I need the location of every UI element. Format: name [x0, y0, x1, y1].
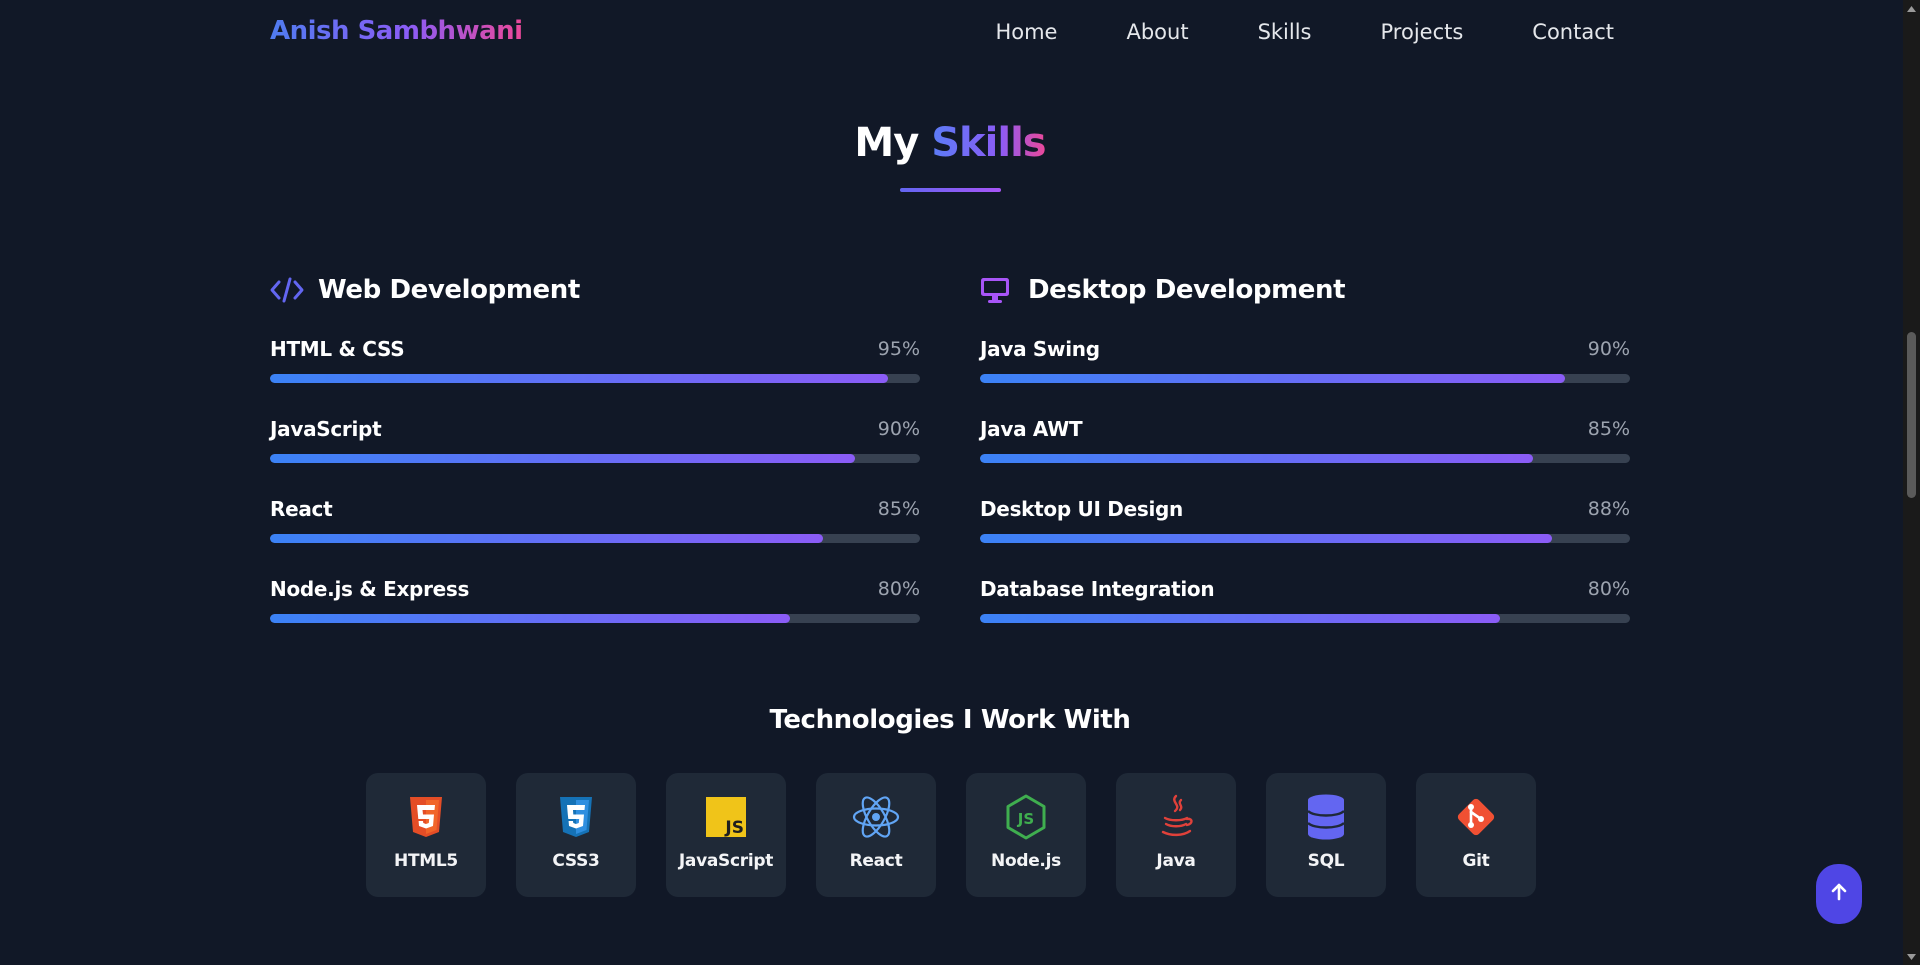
skill-item: React 85% — [270, 492, 920, 572]
skill-percent: 80% — [1587, 578, 1630, 600]
desktop-skills-list: Java Swing 90% Java AWT 85% Desktop UI D… — [980, 332, 1630, 652]
skill-progress-track — [270, 534, 920, 543]
skill-percent: 95% — [877, 338, 920, 360]
skill-percent: 80% — [877, 578, 920, 600]
skill-progress-track — [980, 614, 1630, 623]
tech-label: HTML5 — [394, 851, 458, 871]
technologies-title: Technologies I Work With — [769, 705, 1131, 735]
scrollbar-thumb[interactable] — [1907, 332, 1916, 498]
tech-label: CSS3 — [552, 851, 600, 871]
tech-card-sql[interactable]: SQL — [1266, 773, 1386, 897]
skill-percent: 90% — [877, 418, 920, 440]
tech-card-java[interactable]: Java — [1116, 773, 1236, 897]
tech-card-javascript[interactable]: JS JavaScript — [666, 773, 786, 897]
web-development-column: Web Development HTML & CSS 95% JavaScrip… — [270, 268, 920, 652]
tech-label: Java — [1156, 851, 1196, 871]
skill-item: Desktop UI Design 88% — [980, 492, 1630, 572]
skill-percent: 90% — [1587, 338, 1630, 360]
tech-label: Node.js — [991, 851, 1061, 871]
desktop-icon — [980, 275, 1014, 305]
git-icon — [1452, 793, 1500, 841]
navbar: Anish Sambhwani Home About Skills Projec… — [0, 0, 1900, 68]
desktop-development-header: Desktop Development — [980, 268, 1630, 312]
database-icon — [1302, 793, 1350, 841]
tech-card-nodejs[interactable]: JS Node.js — [966, 773, 1086, 897]
skill-progress-track — [270, 614, 920, 623]
tech-label: JavaScript — [678, 851, 774, 871]
skill-percent: 85% — [1587, 418, 1630, 440]
section-title-plain: My — [854, 120, 919, 166]
nodejs-icon: JS — [1002, 793, 1050, 841]
skill-progress-fill — [270, 614, 790, 623]
tech-card-css3[interactable]: CSS3 — [516, 773, 636, 897]
html5-icon — [402, 793, 450, 841]
skill-progress-fill — [270, 454, 855, 463]
skill-name: JavaScript — [270, 417, 382, 441]
skill-progress-track — [980, 374, 1630, 383]
skill-name: React — [270, 497, 333, 521]
nav-link-projects[interactable]: Projects — [1381, 20, 1464, 44]
skill-name: Database Integration — [980, 577, 1215, 601]
brand-logo[interactable]: Anish Sambhwani — [270, 16, 523, 46]
skill-progress-fill — [980, 614, 1500, 623]
skill-item: Java AWT 85% — [980, 412, 1630, 492]
skill-item: Java Swing 90% — [980, 332, 1630, 412]
java-icon — [1152, 793, 1200, 841]
skill-progress-fill — [980, 454, 1533, 463]
tech-card-html5[interactable]: HTML5 — [366, 773, 486, 897]
desktop-development-title: Desktop Development — [1028, 275, 1346, 305]
scroll-down-arrow-icon[interactable] — [1903, 948, 1920, 965]
web-skills-list: HTML & CSS 95% JavaScript 90% React 85% — [270, 332, 920, 652]
section-title: My Skills — [0, 120, 1900, 166]
skill-percent: 85% — [877, 498, 920, 520]
skill-name: Java Swing — [980, 337, 1100, 361]
skill-progress-fill — [270, 534, 823, 543]
skill-name: HTML & CSS — [270, 337, 405, 361]
tech-label: React — [849, 851, 903, 871]
javascript-icon: JS — [702, 793, 750, 841]
skill-progress-track — [980, 534, 1630, 543]
skill-name: Node.js & Express — [270, 577, 470, 601]
svg-text:JS: JS — [1017, 810, 1034, 828]
skill-progress-fill — [980, 374, 1565, 383]
skill-progress-fill — [980, 534, 1552, 543]
tech-card-react[interactable]: React — [816, 773, 936, 897]
technologies-grid: HTML5 CSS3 JS JavaScript React JS Node.j… — [366, 773, 1536, 897]
code-icon — [270, 275, 304, 305]
nav-link-contact[interactable]: Contact — [1532, 20, 1614, 44]
nav-menu: Home About Skills Projects Contact — [995, 20, 1614, 44]
scroll-up-arrow-icon[interactable] — [1903, 0, 1920, 17]
css3-icon — [552, 793, 600, 841]
skill-progress-fill — [270, 374, 888, 383]
nav-link-about[interactable]: About — [1126, 20, 1188, 44]
tech-card-git[interactable]: Git — [1416, 773, 1536, 897]
web-development-header: Web Development — [270, 268, 920, 312]
nav-link-skills[interactable]: Skills — [1258, 20, 1312, 44]
skill-item: Node.js & Express 80% — [270, 572, 920, 652]
tech-label: Git — [1462, 851, 1490, 871]
react-icon — [852, 793, 900, 841]
scroll-to-top-button[interactable] — [1816, 864, 1862, 924]
section-title-highlight: Skills — [931, 120, 1046, 166]
tech-label: SQL — [1307, 851, 1345, 871]
skill-name: Desktop UI Design — [980, 497, 1183, 521]
skill-item: HTML & CSS 95% — [270, 332, 920, 412]
nav-link-home[interactable]: Home — [995, 20, 1057, 44]
skill-progress-track — [270, 374, 920, 383]
skill-progress-track — [980, 454, 1630, 463]
skill-percent: 88% — [1587, 498, 1630, 520]
skill-item: Database Integration 80% — [980, 572, 1630, 652]
desktop-development-column: Desktop Development Java Swing 90% Java … — [980, 268, 1630, 652]
page-scrollbar[interactable] — [1903, 0, 1920, 965]
skill-name: Java AWT — [980, 417, 1083, 441]
web-development-title: Web Development — [318, 275, 580, 305]
svg-text:JS: JS — [724, 818, 744, 837]
title-underline — [900, 188, 1001, 192]
arrow-up-icon — [1829, 882, 1849, 906]
skill-item: JavaScript 90% — [270, 412, 920, 492]
skill-progress-track — [270, 454, 920, 463]
